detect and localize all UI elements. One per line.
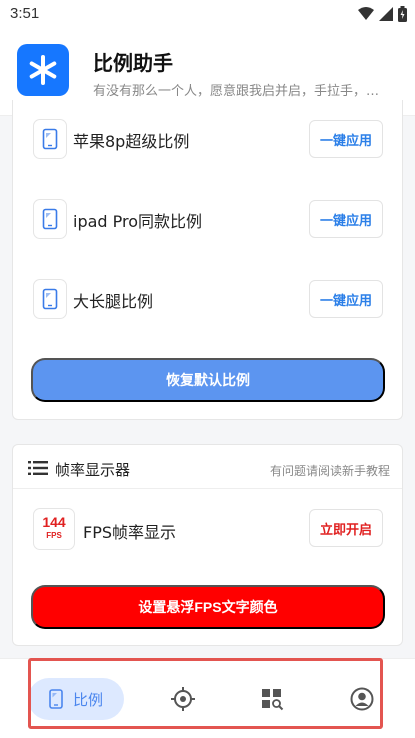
app-subtitle: 有没有那么一个人，愿意跟我启并启，手拉手，… [93,84,380,99]
phone-icon [42,288,58,310]
list-icon [28,461,48,475]
fps-display-label: FPS帧率显示 [83,523,177,542]
phone-icon [42,208,58,230]
fps-card-header: 帧率显示器 有问题请阅读新手教程 [13,445,402,489]
tutorial-link[interactable]: 有问题请阅读新手教程 [270,462,390,479]
phone-icon [42,128,58,150]
phone-icon-box [33,279,67,319]
ratio-label: 大长腿比例 [73,292,154,311]
phone-icon-box [33,119,67,159]
wifi-icon [358,7,374,20]
signal-icon [379,7,393,21]
fps-display-row: 144 FPS FPS帧率显示 立即开启 [13,505,402,551]
phone-icon-box [33,199,67,239]
status-icons [358,6,407,22]
fps-144-icon: 144 FPS [33,508,75,550]
bottom-nav-highlight-frame [28,658,383,729]
app-logo [17,44,69,96]
ratio-row-long-legs: 大长腿比例 一键应用 [13,274,402,324]
status-bar: 3:51 [0,0,415,30]
fps-icon-number: 144 [42,514,66,530]
fps-card: 帧率显示器 有问题请阅读新手教程 144 FPS FPS帧率显示 立即开启 设置… [12,444,403,646]
ratio-row-ipad-pro: ipad Pro同款比例 一键应用 [13,194,402,244]
app-title: 比例助手 [93,51,173,75]
apply-button[interactable]: 一键应用 [309,200,383,238]
apply-button[interactable]: 一键应用 [309,120,383,158]
status-time: 3:51 [10,5,40,22]
ratio-card: 苹果8p超级比例 一键应用 ipad Pro同款比例 一键应用 大长腿比例 一键… [12,100,403,420]
fps-card-title: 帧率显示器 [55,461,131,479]
fps-icon-text: FPS [46,531,62,540]
asterisk-logo-icon [29,55,57,85]
restore-default-button[interactable]: 恢复默认比例 [31,358,385,402]
ratio-row-iphone8p: 苹果8p超级比例 一键应用 [13,114,402,164]
enable-fps-button[interactable]: 立即开启 [309,509,383,547]
fps-text-color-button[interactable]: 设置悬浮FPS文字颜色 [31,585,385,629]
ratio-label: ipad Pro同款比例 [73,212,203,231]
battery-icon [398,6,407,22]
ratio-label: 苹果8p超级比例 [73,132,190,151]
apply-button[interactable]: 一键应用 [309,280,383,318]
